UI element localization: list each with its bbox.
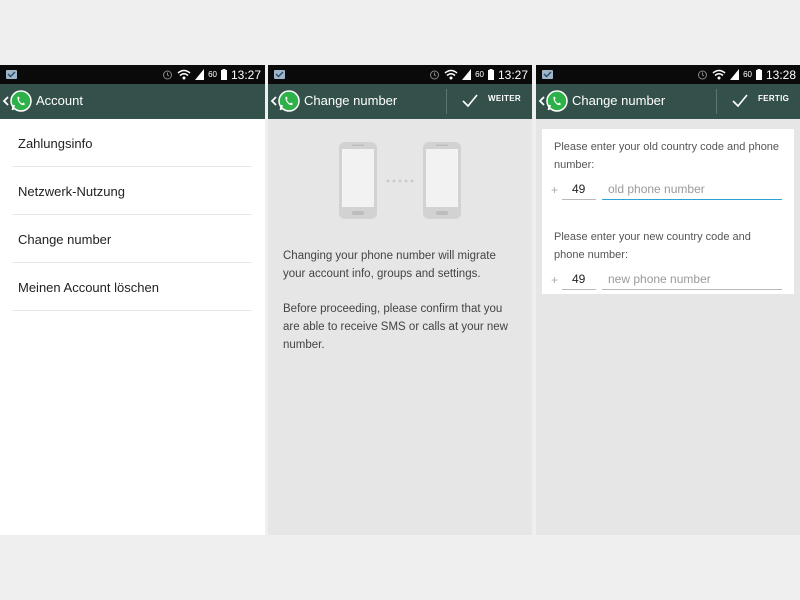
next-button[interactable]: WEITER: [488, 94, 521, 103]
new-phone-number-input[interactable]: new phone number: [602, 271, 782, 290]
status-time: 13:28: [765, 67, 796, 82]
old-number-label: Please enter your old country code and p…: [554, 141, 780, 171]
action-bar: Change number FERTIG: [536, 84, 800, 119]
alarm-icon: [430, 70, 440, 80]
wifi-icon: [712, 69, 726, 80]
new-phone-icon: [423, 142, 461, 219]
signal-icon: [730, 69, 740, 80]
action-divider: [446, 89, 447, 114]
back-arrow-icon[interactable]: [538, 92, 546, 110]
menu-item-label: Zahlungsinfo: [18, 136, 93, 151]
whatsapp-logo-icon[interactable]: [278, 90, 300, 112]
account-screen: 60 13:27 Account Zahlungsinfo Netzwerk-N…: [0, 65, 265, 535]
old-country-code-input[interactable]: 49: [562, 181, 596, 200]
clipboard-notification-icon: [542, 70, 553, 79]
status-time: 13:27: [230, 67, 261, 82]
menu-item-change-number[interactable]: Change number: [12, 215, 252, 263]
checkmark-icon[interactable]: [731, 93, 749, 109]
menu-item-payment-info[interactable]: Zahlungsinfo: [12, 119, 252, 167]
change-number-form-screen: 60 13:28 Change number FERTIG Please ent…: [536, 65, 800, 535]
menu-item-label: Change number: [18, 232, 112, 247]
checkmark-icon[interactable]: [461, 93, 479, 109]
clipboard-notification-icon: [6, 70, 17, 79]
alarm-icon: [698, 70, 708, 80]
page-title: Account: [36, 93, 83, 108]
whatsapp-logo-icon[interactable]: [546, 90, 568, 112]
change-number-info-screen: 60 13:27 Change number WEITER Changing y…: [268, 65, 532, 535]
page-title: Change number: [304, 93, 398, 108]
clipboard-notification-icon: [274, 70, 285, 79]
action-bar: Change number WEITER: [268, 84, 532, 119]
wifi-icon: [444, 69, 458, 80]
done-button[interactable]: FERTIG: [758, 94, 789, 103]
signal-icon: [462, 69, 472, 80]
new-country-code-input[interactable]: 49: [562, 271, 596, 290]
status-bar: 60 13:27: [0, 65, 265, 84]
phone-transfer-illustration: [339, 142, 461, 219]
dots-icon: [386, 179, 414, 183]
signal-icon: [195, 69, 205, 80]
new-number-label: Please enter your new country code and p…: [554, 231, 751, 261]
status-time: 13:27: [497, 67, 528, 82]
menu-item-network-usage[interactable]: Netzwerk-Nutzung: [12, 167, 252, 215]
network-percent: 60: [743, 70, 752, 79]
placeholder: new phone number: [608, 272, 711, 286]
action-bar: Account: [0, 84, 265, 119]
whatsapp-logo-icon[interactable]: [10, 90, 32, 112]
confirm-info-text: Before proceeding, please confirm that y…: [283, 303, 508, 351]
status-bar: 60 13:28: [536, 65, 800, 84]
menu-item-delete-account[interactable]: Meinen Account löschen: [12, 263, 252, 311]
back-arrow-icon[interactable]: [270, 92, 278, 110]
plus-sign: +: [551, 273, 559, 287]
network-percent: 60: [475, 70, 484, 79]
status-bar: 60 13:27: [268, 65, 532, 84]
action-divider: [716, 89, 717, 114]
country-code-value: 49: [572, 182, 586, 196]
phone-number-form: Please enter your old country code and p…: [542, 129, 794, 294]
battery-icon: [487, 69, 494, 80]
page-title: Change number: [572, 93, 666, 108]
alarm-icon: [163, 70, 173, 80]
old-phone-icon: [339, 142, 377, 219]
battery-icon: [755, 69, 762, 80]
old-phone-number-input[interactable]: old phone number: [602, 181, 782, 200]
country-code-value: 49: [572, 272, 586, 286]
back-arrow-icon[interactable]: [2, 92, 10, 110]
plus-sign: +: [551, 183, 559, 197]
menu-item-label: Netzwerk-Nutzung: [18, 184, 125, 199]
wifi-icon: [177, 69, 191, 80]
migrate-info-text: Changing your phone number will migrate …: [283, 250, 496, 280]
battery-icon: [220, 69, 227, 80]
placeholder: old phone number: [608, 182, 705, 196]
menu-item-label: Meinen Account löschen: [18, 280, 159, 295]
network-percent: 60: [208, 70, 217, 79]
